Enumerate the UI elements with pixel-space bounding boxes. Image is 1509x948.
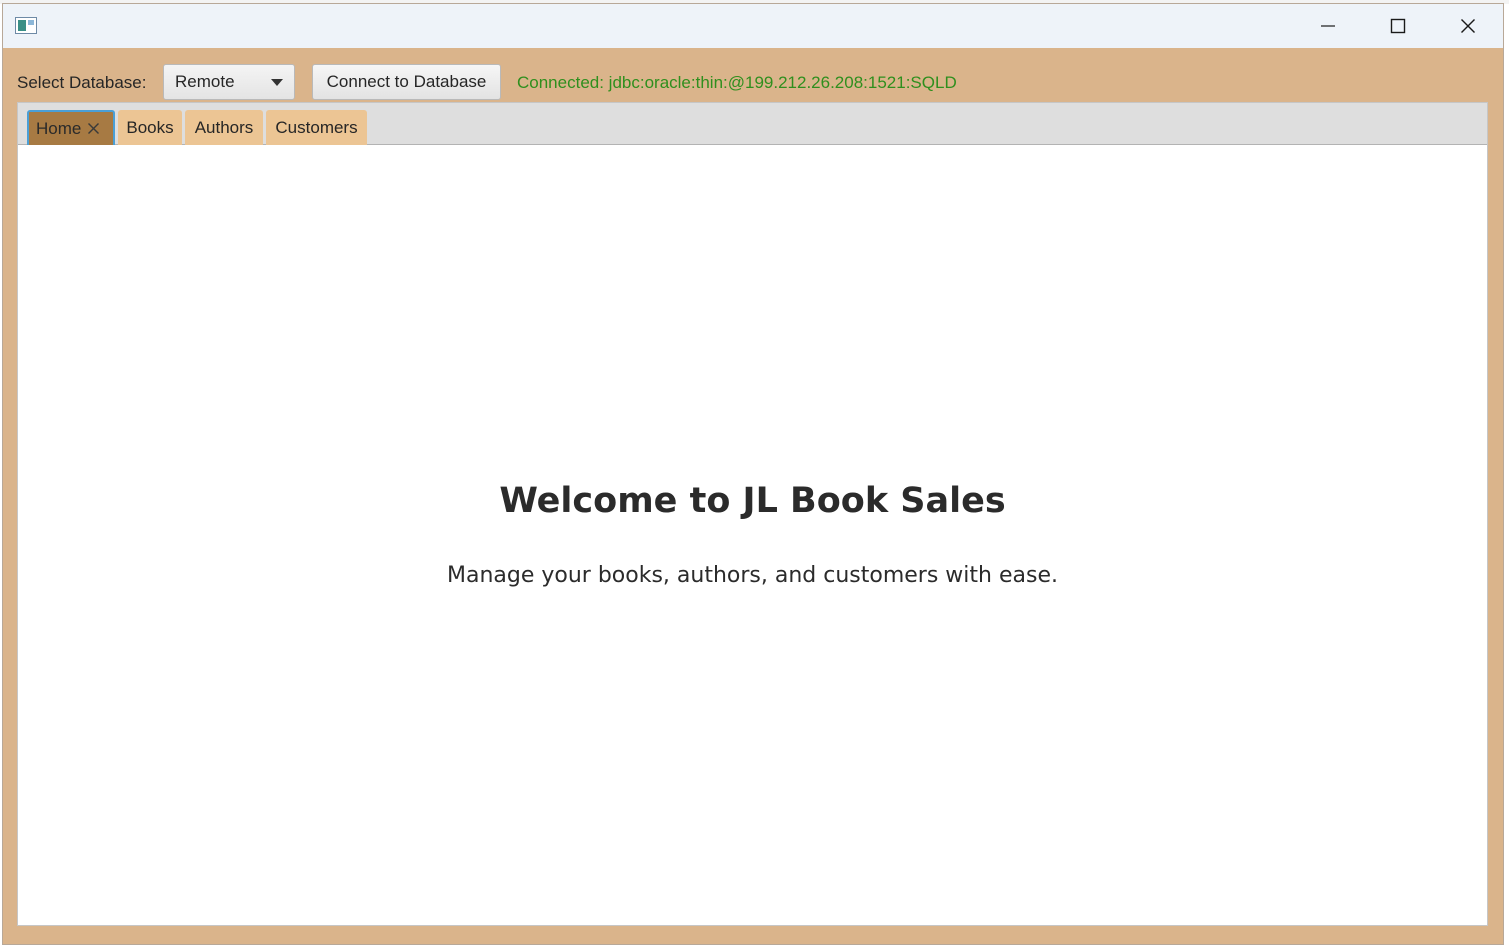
database-toolbar: Select Database: Remote Connect to Datab… bbox=[3, 48, 1503, 102]
tab-header: Home Books Authors Customers bbox=[18, 103, 1487, 145]
tab-authors[interactable]: Authors bbox=[185, 110, 263, 145]
welcome-subtitle: Manage your books, authors, and customer… bbox=[447, 563, 1058, 588]
main-tab-pane: Home Books Authors Customers Welcome to … bbox=[17, 102, 1488, 926]
app-window: Select Database: Remote Connect to Datab… bbox=[2, 3, 1504, 945]
maximize-icon bbox=[1390, 18, 1406, 34]
close-icon bbox=[1461, 19, 1475, 33]
tab-close-icon[interactable] bbox=[87, 122, 100, 135]
chevron-down-icon bbox=[271, 79, 283, 86]
tab-authors-label: Authors bbox=[194, 117, 254, 137]
tab-home[interactable]: Home bbox=[27, 110, 115, 145]
minimize-icon bbox=[1321, 25, 1335, 27]
minimize-button[interactable] bbox=[1293, 4, 1363, 48]
tab-customers-label: Customers bbox=[275, 117, 358, 137]
tab-home-label: Home bbox=[36, 118, 82, 138]
maximize-button[interactable] bbox=[1363, 4, 1433, 48]
title-bar[interactable] bbox=[3, 4, 1503, 48]
close-button[interactable] bbox=[1433, 4, 1503, 48]
select-database-label: Select Database: bbox=[17, 73, 147, 92]
tab-books-label: Books bbox=[126, 117, 174, 137]
home-content: Welcome to JL Book Sales Manage your boo… bbox=[18, 145, 1487, 925]
database-select-value: Remote bbox=[175, 72, 235, 91]
database-select[interactable]: Remote bbox=[163, 64, 295, 100]
tab-customers[interactable]: Customers bbox=[266, 110, 367, 145]
tab-books[interactable]: Books bbox=[118, 110, 182, 145]
welcome-title: Welcome to JL Book Sales bbox=[499, 481, 1006, 521]
app-window-icon bbox=[15, 17, 37, 34]
connection-status: Connected: jdbc:oracle:thin:@199.212.26.… bbox=[517, 73, 957, 92]
connect-database-button[interactable]: Connect to Database bbox=[312, 64, 501, 100]
